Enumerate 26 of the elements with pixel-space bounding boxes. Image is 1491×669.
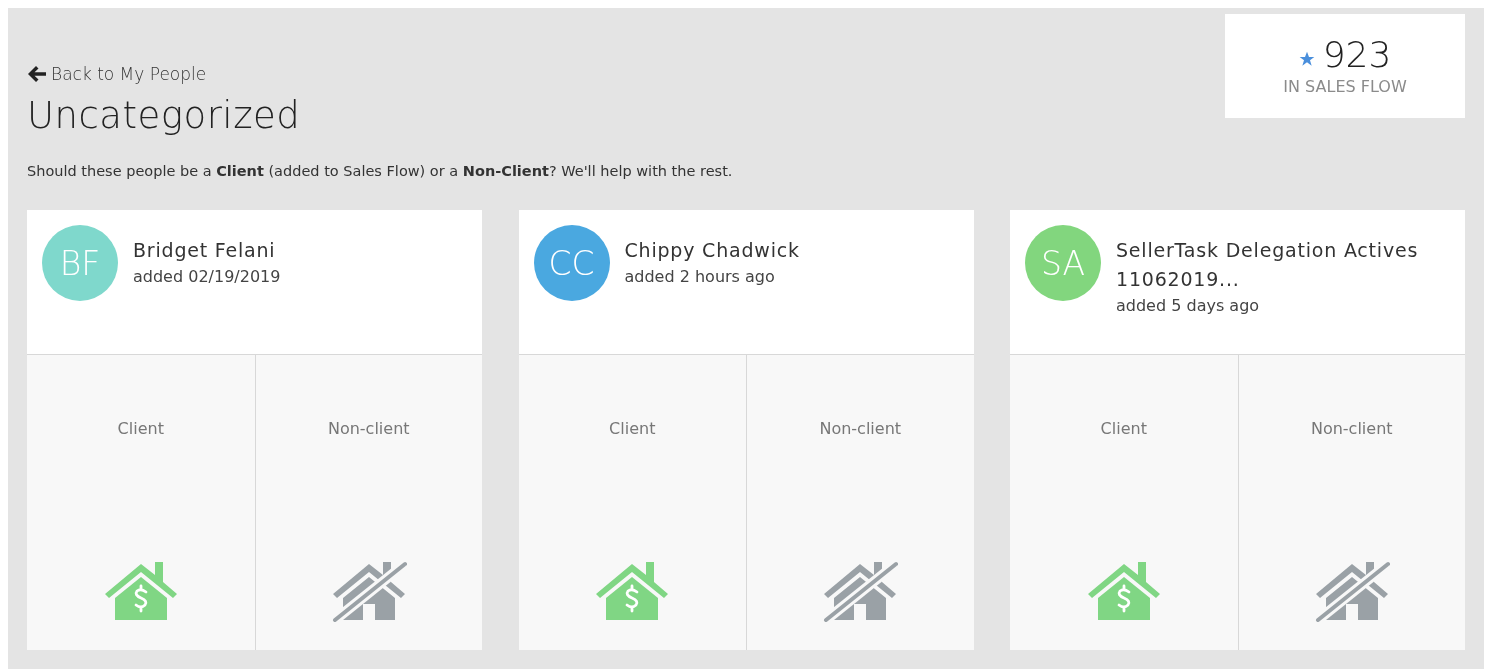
back-arrow-icon <box>27 64 47 84</box>
house-dollar-icon <box>594 560 671 622</box>
crossed-house-icon <box>330 560 407 622</box>
page-title: Uncategorized <box>27 94 302 137</box>
non-client-option-button[interactable]: Non-client <box>254 355 482 650</box>
person-name: SellerTask Delegation Actives 11062019... <box>1116 238 1420 292</box>
avatar: CC <box>533 225 610 301</box>
avatar: SA <box>1025 225 1101 301</box>
added-date: added 02/19/2019 <box>133 267 281 286</box>
client-option-button[interactable]: Client <box>1010 355 1238 650</box>
client-option-button[interactable]: Client <box>27 355 255 650</box>
sales-flow-count: 923 <box>1322 36 1392 73</box>
crossed-house-icon <box>1313 560 1390 622</box>
avatar: BF <box>42 225 118 301</box>
crossed-house-icon <box>822 560 899 622</box>
client-option-button[interactable]: Client <box>518 355 746 650</box>
added-date: added 2 hours ago <box>624 267 776 286</box>
non-client-option-button[interactable]: Non-client <box>746 355 974 650</box>
back-link[interactable]: Back to My People <box>27 64 207 84</box>
added-date: added 5 days ago <box>1116 296 1261 315</box>
instructions-text: Should these people be a Client (added to Sales Flow) or a Non-Client? We'll help with the rest. <box>27 163 733 179</box>
person-name: Chippy Chadwick <box>624 238 800 263</box>
sales-flow-label: IN SALES FLOW <box>1283 76 1407 96</box>
non-client-option-button[interactable]: Non-client <box>1237 355 1465 650</box>
person-name: Bridget Felani <box>133 238 277 263</box>
star-icon <box>1298 50 1315 67</box>
